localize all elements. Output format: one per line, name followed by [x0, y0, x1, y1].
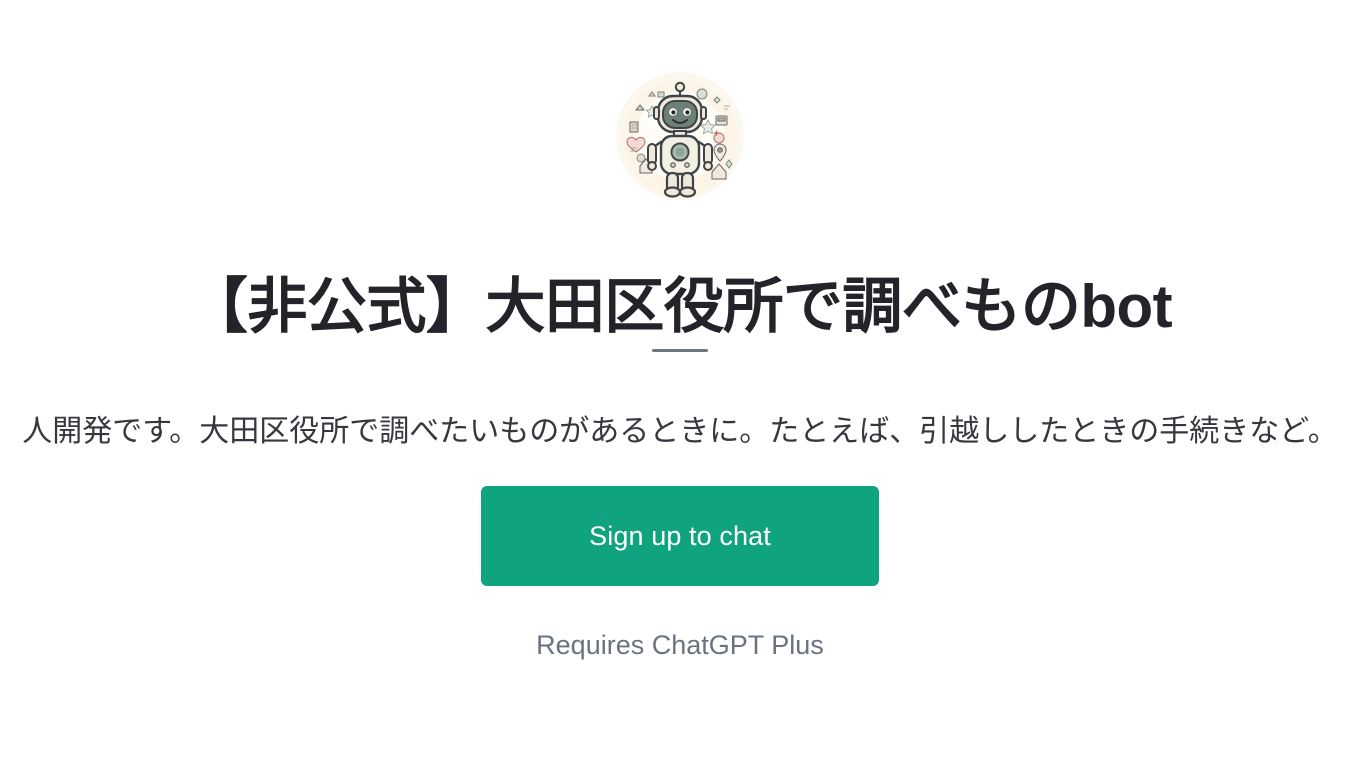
gpt-landing-page: 【非公式】大田区役所で調べものbot 人開発です。大田区役所で調べたいものがある…	[0, 0, 1360, 764]
robot-avatar-illustration	[616, 72, 744, 200]
sign-up-to-chat-button[interactable]: Sign up to chat	[481, 486, 879, 586]
requires-plus-note: Requires ChatGPT Plus	[536, 630, 824, 660]
gpt-description: 人開発です。大田区役所で調べたいものがあるときに。たとえば、引越ししたときの手続…	[22, 415, 1338, 448]
page-title: 【非公式】大田区役所で調べものbot	[187, 273, 1173, 341]
robot-avatar-icon	[616, 72, 744, 200]
avatar	[616, 72, 744, 200]
description-container: 人開発です。大田区役所で調べたいものがあるときに。たとえば、引越ししたときの手続…	[0, 404, 1360, 460]
title-divider	[652, 349, 708, 352]
